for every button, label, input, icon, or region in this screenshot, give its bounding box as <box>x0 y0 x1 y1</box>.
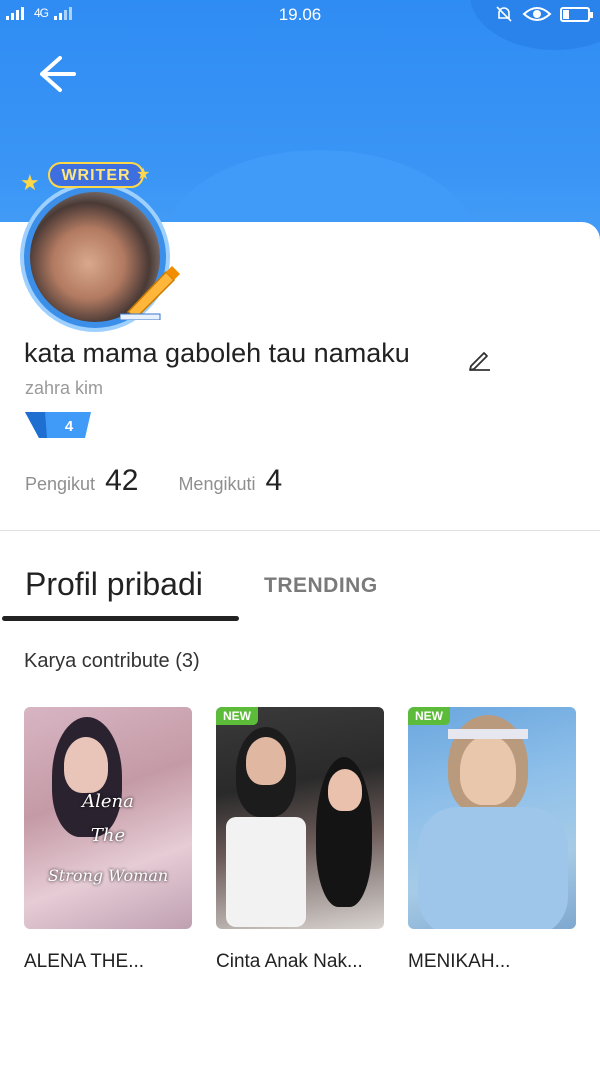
new-badge: NEW <box>408 707 450 725</box>
status-bar: 4G 19.06 <box>0 0 600 30</box>
tab-personal-profile[interactable]: Profil pribadi <box>25 566 203 603</box>
book-cover[interactable]: Alena The Strong Woman <box>24 707 192 929</box>
status-right-icons <box>494 4 593 24</box>
profile-name: kata mama gaboleh tau namaku <box>24 338 410 368</box>
following-label[interactable]: Mengikuti <box>178 474 255 495</box>
bell-off-icon <box>496 6 512 22</box>
active-tab-indicator <box>2 616 239 621</box>
edit-pencil-icon[interactable] <box>466 346 492 372</box>
cover-title-line: The <box>90 825 126 846</box>
cover-headband <box>448 729 528 739</box>
username: zahra kim <box>25 378 104 398</box>
level-value: 4 <box>65 418 74 435</box>
avatar[interactable]: WRITER ★ ★ <box>8 160 184 336</box>
cover-face <box>64 737 108 793</box>
star-icon: ★ <box>136 166 151 183</box>
back-arrow-icon <box>40 56 76 92</box>
star-icon: ★ <box>20 170 40 195</box>
writer-badge: WRITER <box>48 162 144 188</box>
cover-title-line: Strong Woman <box>47 866 169 885</box>
cover-face <box>460 735 516 805</box>
followers-count[interactable]: 42 <box>105 464 138 498</box>
following-count[interactable]: 4 <box>265 464 282 498</box>
cover-figure <box>418 807 568 929</box>
section-title: Karya contribute (3) <box>24 650 200 672</box>
eye-icon <box>522 7 552 21</box>
follow-stats: Pengikut 42 Mengikuti 4 <box>25 464 322 498</box>
book-title[interactable]: MENIKAH... <box>408 951 576 973</box>
tab-trending[interactable]: TRENDING <box>264 574 378 598</box>
book-title[interactable]: Cinta Anak Nak... <box>216 951 384 973</box>
book-cover[interactable]: NEW <box>408 707 576 929</box>
divider <box>0 530 600 531</box>
quill-pen-icon <box>120 266 180 320</box>
book-card[interactable]: NEW MENIKAH... <box>408 707 576 973</box>
cover-face <box>246 737 286 785</box>
book-cover[interactable]: NEW <box>216 707 384 929</box>
cover-face <box>328 769 362 811</box>
book-card[interactable]: Alena The Strong Woman ALENA THE... <box>24 707 192 973</box>
back-button[interactable] <box>30 50 78 98</box>
followers-label[interactable]: Pengikut <box>25 474 95 495</box>
book-card[interactable]: NEW Cinta Anak Nak... <box>216 707 384 973</box>
cover-title-line: Alena <box>82 791 134 812</box>
cover-figure <box>226 817 306 927</box>
battery-icon <box>560 6 593 22</box>
new-badge: NEW <box>216 707 258 725</box>
book-title[interactable]: ALENA THE... <box>24 951 192 973</box>
level-badge: 4 <box>25 412 91 438</box>
